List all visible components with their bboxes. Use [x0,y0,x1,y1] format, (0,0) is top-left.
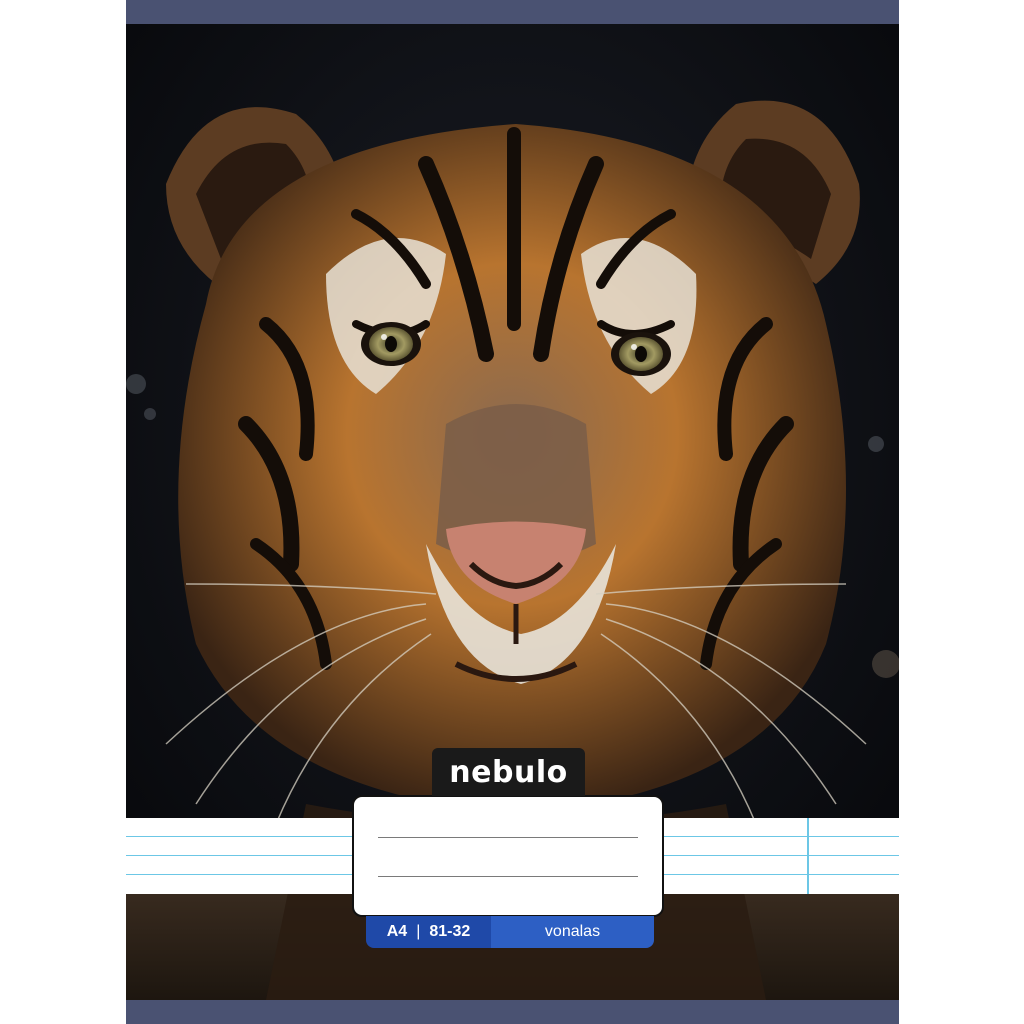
brand-name: nebulo [449,754,568,790]
spec-separator: | [416,923,421,940]
label-write-line [378,876,638,877]
ruling-panel: vonalas [491,916,654,948]
label-write-line [378,837,638,838]
ruling-type: vonalas [544,923,601,940]
bottom-color-band [126,1000,899,1024]
brand-logo: nebulo [432,748,585,796]
product-code: 81-32 [429,923,471,940]
margin-line [807,818,809,894]
top-color-band [126,0,899,24]
spec-bar: A4 | 81-32 vonalas [366,916,654,948]
notebook-cover: nebulo A4 | 81-32 vonalas [126,0,899,1024]
name-label-box [352,795,664,917]
format-size: A4 [386,923,408,940]
format-code-panel: A4 | 81-32 [366,916,491,948]
